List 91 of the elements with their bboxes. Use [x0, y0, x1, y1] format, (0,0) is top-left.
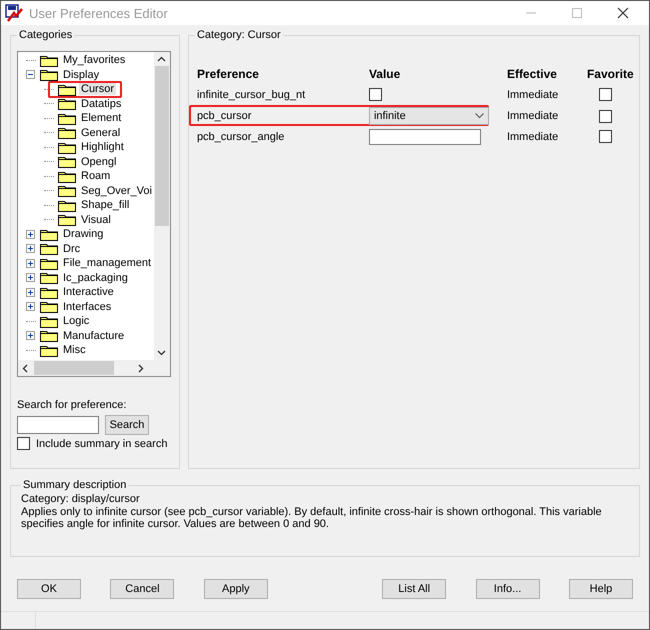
search-button[interactable]: Search — [105, 415, 149, 435]
folder-icon — [40, 271, 58, 284]
tree-item[interactable]: Visual — [79, 214, 113, 226]
tree-item[interactable]: Cursor — [79, 83, 116, 96]
preference-name: pcb_cursor — [196, 110, 252, 122]
summary-text: Category: display/cursor — [21, 493, 141, 506]
folder-icon — [40, 344, 58, 357]
tree-item[interactable]: Ic_packaging — [61, 272, 130, 284]
window-title: User Preferences Editor — [29, 6, 168, 20]
tree-item[interactable]: Drawing — [61, 228, 106, 240]
column-header: Preference — [196, 66, 260, 80]
favorite-checkbox[interactable] — [598, 130, 612, 143]
expand-icon[interactable] — [26, 273, 35, 282]
folder-icon — [40, 329, 58, 342]
folder-icon — [40, 300, 58, 314]
tree-item[interactable]: Misc — [61, 344, 88, 356]
folder-icon — [40, 68, 58, 82]
expand-icon[interactable] — [26, 230, 35, 239]
tree-item[interactable]: Seg_Over_Voi — [79, 184, 154, 197]
effective-text: Immediate — [506, 88, 560, 100]
dialog-button[interactable]: OK — [17, 579, 81, 599]
dialog-button[interactable]: Help — [568, 579, 633, 599]
expand-icon[interactable] — [26, 244, 35, 254]
folder-icon — [58, 82, 76, 96]
preference-name: pcb_cursor_angle — [196, 130, 286, 142]
tree-item[interactable]: Element — [79, 112, 124, 124]
tree-item[interactable]: Highlight — [79, 141, 126, 154]
value-checkbox[interactable] — [368, 88, 382, 101]
effective-text: Immediate — [506, 130, 560, 142]
tree-item[interactable]: Display — [61, 68, 102, 81]
folder-icon — [58, 126, 76, 140]
column-header: Favorite — [586, 66, 635, 80]
folder-icon — [40, 256, 58, 270]
column-header: Effective — [506, 66, 558, 80]
tree-item[interactable]: Shape_fill — [79, 199, 132, 212]
vertical-scrollbar[interactable] — [154, 52, 170, 360]
value-dropdown[interactable]: infinite — [368, 107, 489, 125]
category-title: Category: Cursor — [196, 29, 282, 41]
dialog-button[interactable]: List All — [382, 579, 446, 599]
folder-icon — [58, 140, 76, 154]
expand-icon[interactable] — [26, 288, 35, 297]
checkbox-label: Include summary in search — [36, 438, 168, 450]
summary-text: Applies only to infinite cursor (see pcb_cursor variable). By default, infinite cross-hair is shown orthogonal. This variable specifies angle for infinite cursor. Values are between 0 and 90. — [21, 506, 603, 530]
dialog-button[interactable]: Info... — [476, 579, 540, 599]
dropdown-caret-icon[interactable] — [474, 113, 484, 119]
include-summary-checkbox[interactable] — [17, 437, 30, 450]
folder-icon — [58, 170, 76, 183]
dialog-button[interactable]: Apply — [204, 579, 268, 599]
tree-item[interactable]: Interfaces — [61, 300, 114, 313]
tree-item[interactable]: File_management — [61, 257, 154, 270]
scroll-left-icon[interactable] — [22, 364, 28, 372]
tree-item[interactable]: Datatips — [79, 98, 124, 110]
group-title: Categories — [18, 29, 74, 41]
folder-icon — [58, 198, 76, 212]
preference-name: infinite_cursor_bug_nt — [196, 88, 306, 100]
favorite-checkbox[interactable] — [598, 88, 612, 101]
folder-icon — [40, 242, 58, 256]
expand-icon[interactable] — [26, 302, 35, 312]
group-title: Summary description — [22, 479, 128, 491]
folder-icon — [58, 213, 76, 226]
folder-icon — [40, 228, 58, 241]
search-field[interactable] — [17, 416, 99, 434]
column-header: Value — [368, 66, 402, 80]
folder-icon — [58, 112, 76, 125]
folder-icon — [40, 314, 58, 328]
expand-icon[interactable] — [26, 258, 35, 268]
tree-item[interactable]: Opengl — [79, 156, 118, 168]
tree-item[interactable]: Drc — [61, 242, 82, 255]
folder-icon — [40, 54, 58, 67]
search-label: Search for preference: — [17, 399, 128, 411]
tree-item[interactable]: Manufacture — [61, 330, 126, 342]
expand-icon[interactable] — [26, 331, 35, 340]
folder-icon — [58, 155, 76, 168]
value-field[interactable] — [368, 128, 481, 144]
folder-icon — [40, 286, 58, 299]
tree-item[interactable]: Roam — [79, 170, 112, 182]
favorite-checkbox[interactable] — [598, 110, 612, 122]
close-icon[interactable] — [617, 7, 629, 19]
scroll-down-icon[interactable] — [157, 350, 166, 356]
tree-item[interactable]: General — [79, 126, 122, 139]
tree-item[interactable]: Interactive — [61, 286, 116, 298]
collapse-icon[interactable] — [26, 70, 35, 80]
scroll-up-icon[interactable] — [157, 56, 166, 62]
folder-icon — [58, 184, 76, 198]
tree-item[interactable]: Logic — [61, 315, 92, 328]
dialog-button[interactable]: Cancel — [110, 579, 174, 599]
app-icon — [5, 4, 23, 22]
tree-item[interactable]: My_favorites — [61, 54, 128, 66]
folder-icon — [58, 97, 76, 110]
scroll-right-icon[interactable] — [138, 364, 144, 372]
effective-text: Immediate — [506, 110, 560, 122]
